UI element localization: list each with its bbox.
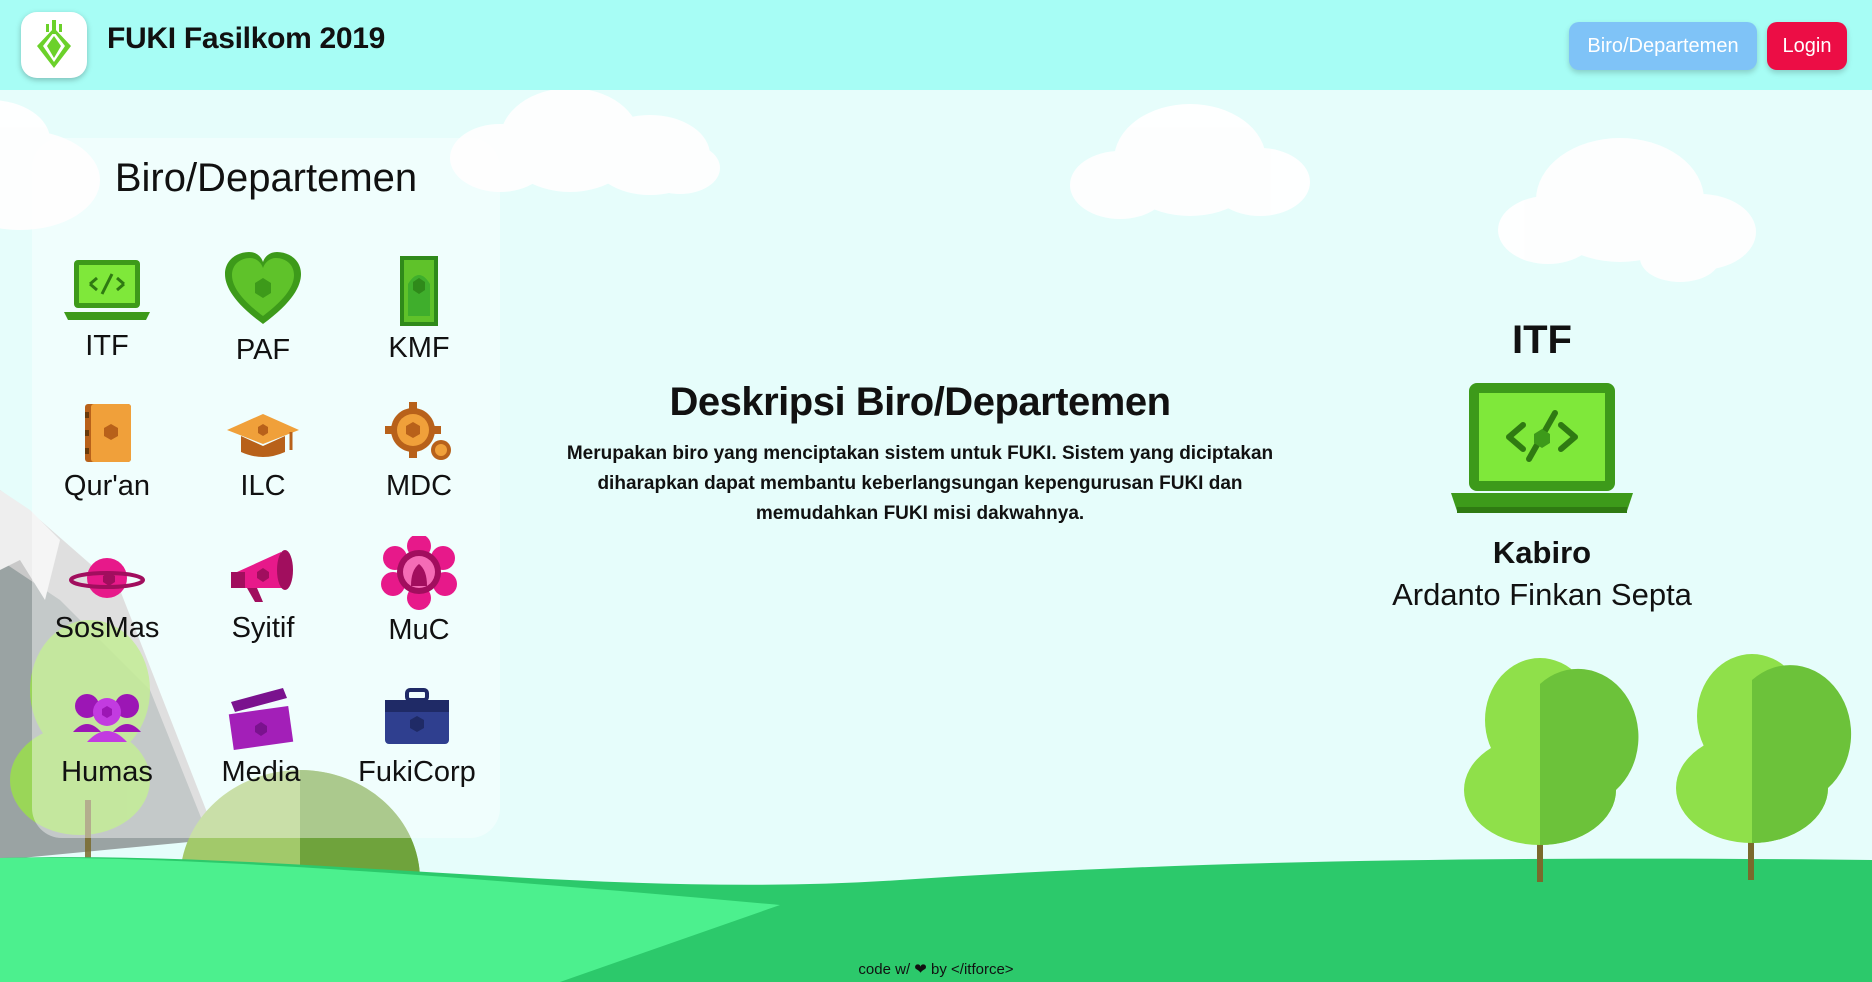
briefcase-icon (385, 688, 449, 744)
biro-item-label: PAF (235, 334, 291, 366)
biro-item-itf[interactable]: ITF (32, 256, 182, 363)
biro-item-label: ITF (85, 330, 129, 362)
people-icon (73, 694, 141, 742)
biro-item-syitif[interactable]: Syitif (188, 542, 338, 645)
biro-item-label: Humas (61, 756, 153, 788)
description-section: Deskripsi Biro/Departemen Merupakan biro… (540, 380, 1300, 529)
navbar: FUKI Fasilkom 2019 Biro/Departemen Login (0, 0, 1872, 90)
biro-item-mdc[interactable]: MDC (344, 400, 494, 503)
selected-biro-code: ITF (1512, 318, 1572, 362)
biro-item-label: Media (221, 756, 301, 788)
biro-item-fukicorp[interactable]: FukiCorp (342, 686, 492, 789)
graduation-cap-icon (227, 414, 299, 457)
description-title: Deskripsi Biro/Departemen (669, 380, 1171, 424)
prayer-mat-icon (400, 256, 438, 326)
selected-biro-head-name: Ardanto Finkan Septa (1392, 577, 1692, 612)
biro-item-label: MuC (388, 614, 450, 646)
book-icon (85, 404, 131, 462)
biro-item-ilc[interactable]: ILC (188, 400, 338, 503)
selected-biro-detail: ITF Kabiro Ardanto Finkan Septa (1392, 318, 1692, 613)
biro-item-muc[interactable]: MuC (344, 536, 494, 647)
gears-icon (385, 402, 451, 460)
flower-woman-icon (381, 536, 457, 610)
biro-list-panel: Biro/Departemen ITF PAF KMF Qur'an ILC M… (32, 138, 500, 838)
selected-biro-role: Kabiro (1492, 535, 1592, 570)
fuki-logo[interactable] (21, 12, 87, 78)
fuki-logo-icon (37, 20, 71, 68)
biro-item-label: SosMas (54, 612, 160, 644)
brand-title[interactable]: FUKI Fasilkom 2019 (107, 22, 385, 56)
biro-item-quran[interactable]: Qur'an (32, 400, 182, 503)
panel-title: Biro/Departemen (114, 156, 418, 200)
biro-item-label: FukiCorp (358, 756, 476, 788)
biro-item-sosmas[interactable]: SosMas (32, 542, 182, 645)
biro-item-media[interactable]: Media (186, 686, 336, 789)
clapperboard-icon (228, 688, 294, 751)
biro-departemen-button[interactable]: Biro/Departemen (1569, 22, 1757, 70)
megaphone-icon (231, 550, 293, 602)
biro-item-label: ILC (240, 470, 286, 502)
biro-item-humas[interactable]: Humas (32, 686, 182, 789)
laptop-code-icon (64, 260, 150, 320)
description-text: Merupakan biro yang menciptakan sistem u… (566, 443, 1274, 524)
footer-credit: code w/ ❤ by </itforce> (858, 961, 1014, 978)
biro-item-label: KMF (388, 332, 450, 364)
biro-item-label: Qur'an (63, 470, 151, 502)
right-trees (1464, 654, 1852, 882)
laptop-code-icon (1451, 383, 1633, 513)
heart-icon (225, 252, 301, 324)
biro-item-label: MDC (385, 470, 453, 502)
login-button[interactable]: Login (1767, 22, 1847, 70)
biro-item-label: Syitif (231, 612, 295, 644)
planet-icon (69, 558, 145, 598)
biro-item-kmf[interactable]: KMF (344, 254, 494, 365)
biro-item-paf[interactable]: PAF (188, 250, 338, 367)
